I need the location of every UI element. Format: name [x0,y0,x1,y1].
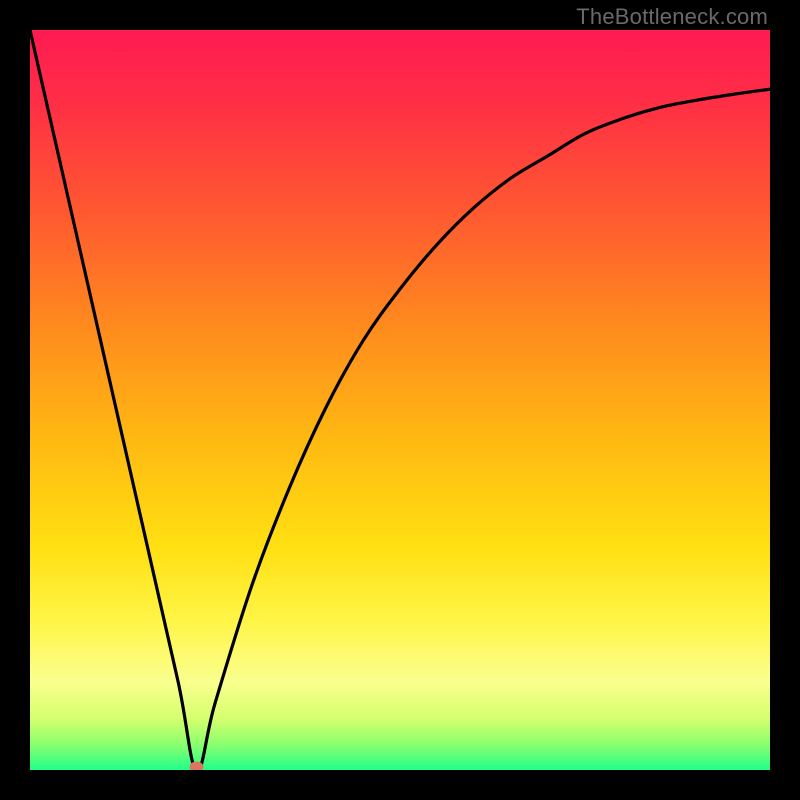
chart-frame: TheBottleneck.com [0,0,800,800]
watermark-text: TheBottleneck.com [576,4,768,30]
plot-area [30,30,770,770]
bottleneck-curve [30,30,770,770]
